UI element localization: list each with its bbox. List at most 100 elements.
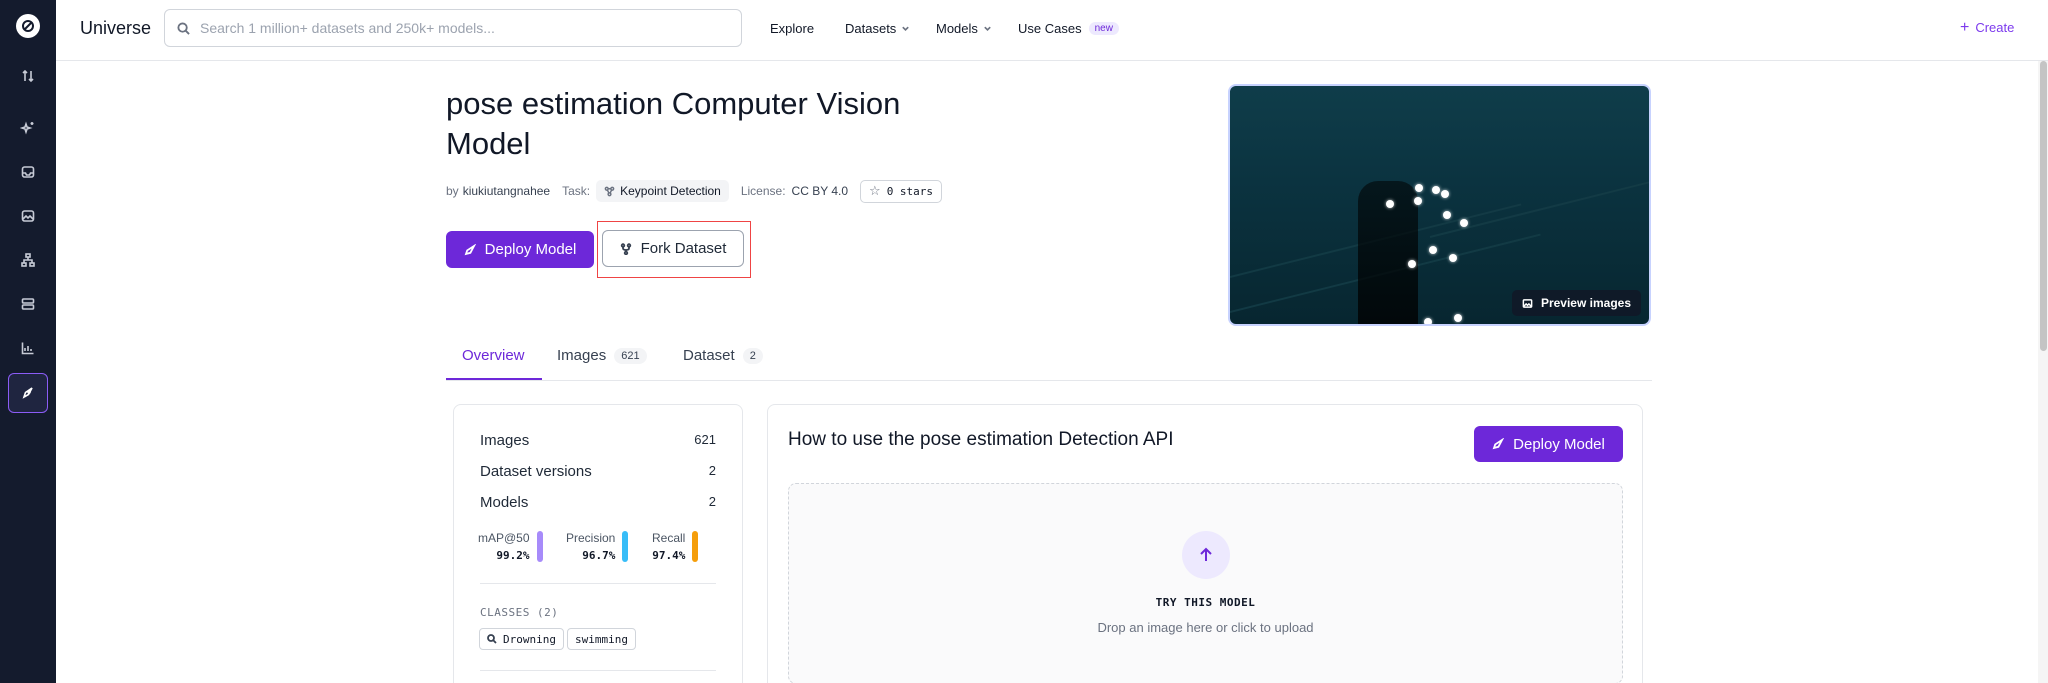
api-title: How to use the pose estimation Detection…: [788, 429, 1174, 450]
fork-icon: [620, 242, 631, 255]
scrollbar-thumb[interactable]: [2040, 61, 2047, 351]
chart-icon[interactable]: [18, 338, 38, 358]
tab-active-indicator: [446, 378, 542, 380]
star-button[interactable]: ☆ 0 stars: [860, 179, 943, 203]
preview-images-label: Preview images: [1540, 296, 1631, 310]
class-chip-swimming[interactable]: swimming: [567, 628, 636, 650]
pool-lane-line: [1429, 173, 1649, 238]
try-model-label: TRY THIS MODEL: [1155, 596, 1256, 609]
task-label: Task:: [562, 184, 591, 198]
keypoint-marker: [1386, 200, 1394, 208]
author-link[interactable]: kiukiutangnahee: [463, 184, 550, 198]
license-label: License:: [740, 184, 786, 198]
nav-models[interactable]: Models: [936, 21, 992, 36]
metric-recall: Recall 97.4%: [652, 531, 699, 562]
metric-precision: Precision 96.7%: [566, 531, 629, 562]
search-input[interactable]: [200, 20, 720, 36]
nav-models-label: Models: [936, 21, 978, 36]
stat-models: Models 2: [480, 494, 716, 511]
stars-count: 0 stars: [886, 184, 934, 198]
metric-map50-bar: [536, 531, 543, 562]
keypoint-marker: [1432, 186, 1440, 194]
metric-precision-value: 96.7%: [582, 549, 616, 562]
tab-images-label: Images: [557, 347, 607, 364]
tab-dataset-count: 2: [742, 347, 763, 364]
fork-dataset-label: Fork Dataset: [640, 240, 727, 257]
drop-hint: Drop an image here or click to upload: [1097, 620, 1314, 635]
nav-explore[interactable]: Explore: [770, 21, 814, 36]
nav-datasets-label: Datasets: [845, 21, 897, 36]
keypoint-marker: [1414, 197, 1422, 205]
stat-images: Images 621: [480, 432, 716, 449]
keypoint-marker: [1441, 190, 1449, 198]
deploy-rocket-icon[interactable]: [8, 373, 48, 413]
image-dropzone[interactable]: TRY THIS MODEL Drop an image here or cli…: [788, 483, 1623, 683]
tab-overview-label: Overview: [462, 347, 525, 364]
metric-recall-value: 97.4%: [652, 549, 686, 562]
search-icon: [177, 21, 190, 35]
task-value: Keypoint Detection: [620, 184, 721, 198]
deploy-model-label: Deploy Model: [484, 241, 577, 258]
metric-precision-bar: [622, 531, 629, 562]
deploy-model-button[interactable]: Deploy Model: [446, 231, 594, 268]
page-title: pose estimation Computer Vision Model: [446, 86, 901, 161]
tab-overview[interactable]: Overview: [462, 347, 525, 364]
tab-dataset[interactable]: Dataset 2: [683, 347, 763, 364]
brand-link[interactable]: Universe: [80, 18, 151, 39]
nav-use-cases-label: Use Cases: [1018, 21, 1082, 36]
stats-card: Images 621 Dataset versions 2 Models 2 m…: [453, 404, 743, 683]
tab-images[interactable]: Images 621: [557, 347, 647, 364]
keypoint-marker: [1424, 318, 1432, 324]
stat-versions-label: Dataset versions: [480, 463, 592, 480]
metric-map50-value: 99.2%: [496, 549, 530, 562]
api-deploy-model-label: Deploy Model: [1513, 435, 1605, 453]
classes-label: CLASSES (2): [480, 606, 559, 619]
keypoint-icon: [604, 186, 615, 196]
api-deploy-model-button[interactable]: Deploy Model: [1474, 426, 1623, 462]
tab-images-count: 621: [614, 347, 647, 364]
divider: [480, 670, 716, 671]
divider: [480, 583, 716, 584]
search-box[interactable]: [164, 9, 742, 47]
search-icon: [487, 634, 497, 644]
keypoint-marker: [1449, 254, 1457, 262]
nav-use-cases[interactable]: Use Cases new: [1018, 21, 1119, 36]
preview-image[interactable]: Preview images: [1228, 84, 1651, 326]
new-badge: new: [1088, 22, 1119, 35]
tab-dataset-label: Dataset: [683, 347, 735, 364]
metric-map50-label: mAP@50: [478, 531, 530, 545]
database-icon[interactable]: [18, 294, 38, 314]
sparkle-icon[interactable]: [18, 118, 38, 138]
tab-bar: Overview Images 621 Dataset 2: [446, 341, 1652, 381]
stat-models-label: Models: [480, 494, 529, 511]
roboflow-logo-icon[interactable]: [16, 14, 40, 38]
class-drowning-label: Drowning: [503, 632, 556, 646]
metric-map50: mAP@50 99.2%: [478, 531, 543, 562]
nav-datasets[interactable]: Datasets: [845, 21, 910, 36]
star-icon: ☆: [869, 183, 881, 199]
keypoint-marker: [1460, 219, 1468, 227]
workflow-icon[interactable]: [18, 250, 38, 270]
license-value: CC BY 4.0: [791, 184, 849, 198]
rocket-icon: [464, 243, 476, 255]
image-icon: [1522, 298, 1533, 308]
fork-dataset-button[interactable]: Fork Dataset: [602, 230, 744, 267]
plus-icon: +: [1960, 19, 1970, 36]
keypoint-marker: [1408, 260, 1416, 268]
sort-arrows-icon[interactable]: [18, 66, 38, 86]
upload-arrow-icon: [1182, 531, 1230, 579]
create-button[interactable]: + Create: [1960, 19, 2014, 36]
rocket-icon: [1492, 438, 1505, 450]
chevron-down-icon: [902, 26, 910, 31]
image-icon[interactable]: [18, 206, 38, 226]
class-chip-drowning[interactable]: Drowning: [479, 628, 564, 650]
keypoint-marker: [1443, 211, 1451, 219]
stat-images-label: Images: [480, 432, 530, 449]
preview-images-button[interactable]: Preview images: [1511, 290, 1641, 316]
keypoint-marker: [1429, 246, 1437, 254]
keypoint-marker: [1415, 184, 1423, 192]
metric-precision-label: Precision: [566, 531, 616, 545]
task-chip[interactable]: Keypoint Detection: [596, 180, 729, 202]
stat-versions-value: 2: [708, 463, 716, 478]
inbox-icon[interactable]: [18, 162, 38, 182]
